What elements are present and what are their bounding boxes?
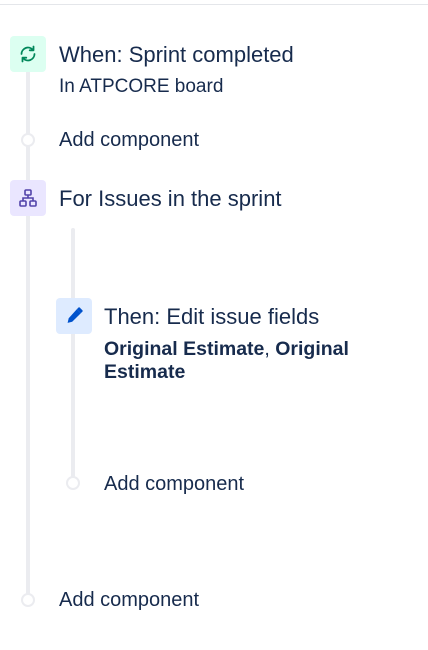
add-component-button[interactable]: Add component <box>104 471 244 497</box>
action-node[interactable] <box>56 298 92 334</box>
action-field-1: Original Estimate <box>104 338 265 360</box>
action-field-separator: , <box>264 338 270 360</box>
action-fields-cont: Estimate <box>104 361 186 383</box>
top-divider <box>0 4 428 5</box>
branch-title[interactable]: For Issues in the sprint <box>59 185 282 213</box>
action-fields: Original Estimate, Original <box>104 338 349 361</box>
add-component-button[interactable]: Add component <box>59 587 199 613</box>
trigger-title[interactable]: When: Sprint completed <box>59 41 294 69</box>
pencil-edit-icon <box>67 307 83 323</box>
trigger-node[interactable] <box>10 36 46 72</box>
add-component-dot[interactable] <box>21 593 35 607</box>
trigger-subtitle: In ATPCORE board <box>59 76 224 97</box>
add-component-dot[interactable] <box>66 476 80 490</box>
branch-connector-line <box>71 228 75 478</box>
refresh-trigger-icon <box>20 45 36 63</box>
branch-hierarchy-icon <box>19 189 37 207</box>
action-field-2: Original <box>275 338 349 360</box>
branch-node[interactable] <box>10 180 46 216</box>
add-component-button[interactable]: Add component <box>59 127 199 153</box>
add-component-dot[interactable] <box>21 133 35 147</box>
action-title[interactable]: Then: Edit issue fields <box>104 303 319 331</box>
